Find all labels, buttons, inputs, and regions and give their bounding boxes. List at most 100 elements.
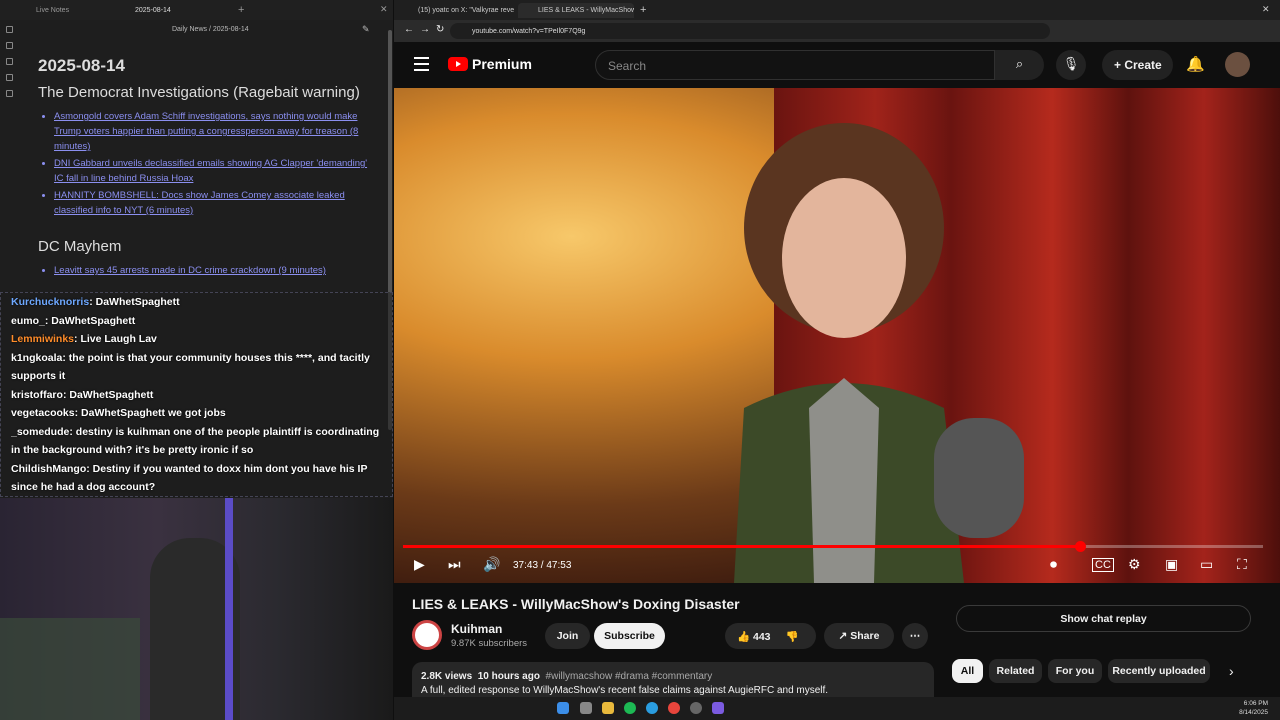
avatar[interactable] bbox=[1225, 52, 1250, 77]
chip-for-you[interactable]: For you bbox=[1048, 659, 1102, 683]
tab-date[interactable]: 2025-08-14 bbox=[135, 7, 171, 14]
new-tab-icon[interactable]: + bbox=[238, 4, 244, 16]
channel-row: Kuihman 9.87K subscribers Join Subscribe… bbox=[412, 620, 952, 652]
share-button[interactable]: ↗ Share bbox=[824, 623, 894, 649]
browser-tab-x[interactable]: (15) yoatc on X: "Valkyrae reve... bbox=[398, 3, 514, 18]
next-icon[interactable]: ⏭ bbox=[448, 556, 461, 573]
note-link[interactable]: HANNITY BOMBSHELL: Docs show James Comey… bbox=[38, 188, 378, 218]
windows-taskbar: 6:06 PM 8/14/2025 bbox=[394, 697, 1280, 720]
chip-related[interactable]: Related bbox=[989, 659, 1042, 683]
subscribe-button[interactable]: Subscribe bbox=[594, 623, 665, 649]
task-view-icon[interactable] bbox=[580, 702, 592, 714]
chat-message: vegetacooks: DaWhetSpaghett we got jobs bbox=[11, 407, 226, 419]
like-icon[interactable]: 👍 bbox=[737, 631, 750, 643]
edit-icon[interactable]: ✎ bbox=[362, 24, 370, 35]
chat-text: DaWhetSpaghett bbox=[95, 296, 180, 308]
like-count: 443 bbox=[753, 631, 771, 643]
taskbar-clock[interactable]: 6:06 PM 8/14/2025 bbox=[1239, 699, 1268, 717]
progress-bar[interactable] bbox=[403, 541, 1263, 552]
notifications-icon[interactable]: 🔔 bbox=[1186, 55, 1205, 73]
notes-header: Daily News / 2025-08-14 ✎ bbox=[0, 20, 393, 40]
chat-text: DaWhetSpaghett we got jobs bbox=[81, 407, 226, 419]
create-button[interactable]: + Create bbox=[1102, 50, 1173, 80]
search-icon: ⌕ bbox=[1015, 56, 1024, 71]
play-icon[interactable]: ▶ bbox=[414, 556, 425, 573]
show-chat-replay-button[interactable]: Show chat replay bbox=[956, 605, 1251, 632]
join-button[interactable]: Join bbox=[545, 623, 590, 649]
chat-message: kristoffaro: DaWhetSpaghett bbox=[11, 388, 154, 401]
subscriber-count: 9.87K subscribers bbox=[451, 638, 528, 649]
settings-icon[interactable]: ⚙ bbox=[1128, 556, 1141, 573]
obs-icon[interactable] bbox=[690, 702, 702, 714]
breadcrumb: Daily News / 2025-08-14 bbox=[172, 26, 249, 33]
notes-tab-bar: Live Notes 2025-08-14 + ✕ bbox=[0, 0, 393, 20]
note-link[interactable]: Leavitt says 45 arrests made in DC crime… bbox=[38, 263, 378, 278]
progress-scrubber[interactable] bbox=[1074, 541, 1086, 552]
url-field[interactable]: youtube.com/watch?v=TPeIl0F7Q9g bbox=[450, 23, 1050, 39]
more-actions-icon[interactable]: ⋯ bbox=[902, 623, 928, 649]
chat-message: k1ngkoala: the point is that your commun… bbox=[11, 351, 370, 383]
video-tags[interactable]: #willymacshow #drama #commentary bbox=[546, 671, 713, 682]
note-link[interactable]: DNI Gabbard unveils declassified emails … bbox=[38, 156, 378, 186]
youtube-play-icon bbox=[448, 57, 468, 71]
back-icon[interactable]: ← bbox=[404, 24, 414, 35]
youtube-logo[interactable]: Premium bbox=[448, 56, 532, 72]
section-heading-dc-mayhem: DC Mayhem bbox=[38, 238, 122, 255]
search-input[interactable]: Search bbox=[595, 50, 995, 80]
chevron-right-icon[interactable]: › bbox=[1229, 663, 1234, 679]
menu-icon[interactable] bbox=[414, 57, 429, 71]
tab-live-notes[interactable]: Live Notes bbox=[36, 7, 69, 14]
chat-text: Live Laugh Lav bbox=[80, 333, 157, 345]
voice-search-button[interactable]: 🎙 bbox=[1056, 50, 1086, 80]
chat-username: Kurchucknorris bbox=[11, 296, 90, 308]
file-explorer-icon[interactable] bbox=[602, 702, 614, 714]
forward-icon[interactable]: → bbox=[420, 24, 430, 35]
video-subject bbox=[734, 123, 964, 583]
browser-tab-youtube[interactable]: LIES & LEAKS - WillyMacShow... bbox=[518, 3, 634, 18]
reload-icon[interactable]: ↻ bbox=[436, 24, 444, 35]
chat-message: ChildishMango: Destiny if you wanted to … bbox=[11, 462, 368, 494]
theater-mode-icon[interactable]: ▭ bbox=[1200, 556, 1213, 573]
new-tab-icon[interactable]: + bbox=[640, 4, 646, 16]
time-display: 37:43 / 47:53 bbox=[513, 560, 572, 571]
search-icon[interactable] bbox=[6, 42, 13, 49]
graph-icon[interactable] bbox=[6, 58, 13, 65]
templates-icon[interactable] bbox=[6, 90, 13, 97]
address-bar-row: ← → ↻ youtube.com/watch?v=TPeIl0F7Q9g bbox=[394, 20, 1280, 42]
channel-avatar[interactable] bbox=[412, 620, 442, 650]
app-icon[interactable] bbox=[712, 702, 724, 714]
captions-icon[interactable]: CC bbox=[1092, 558, 1114, 572]
chrome-icon[interactable] bbox=[668, 702, 680, 714]
video-title: LIES & LEAKS - WillyMacShow's Doxing Dis… bbox=[412, 596, 740, 612]
browser-tab-bar: (15) yoatc on X: "Valkyrae reve... LIES … bbox=[394, 0, 1280, 20]
search-button[interactable]: ⌕ bbox=[995, 50, 1044, 80]
start-icon[interactable] bbox=[557, 702, 569, 714]
chip-all[interactable]: All bbox=[952, 659, 983, 683]
chip-recently-uploaded[interactable]: Recently uploaded bbox=[1108, 659, 1210, 683]
mic-icon: 🎙 bbox=[1062, 56, 1080, 71]
miniplayer-icon[interactable]: ▣ bbox=[1165, 556, 1178, 573]
spotify-icon[interactable] bbox=[624, 702, 636, 714]
channel-name[interactable]: Kuihman bbox=[451, 622, 502, 636]
stream-chat-overlay: Kurchucknorris: DaWhetSpaghett eumo_: Da… bbox=[0, 292, 393, 497]
close-window-icon[interactable]: ✕ bbox=[1262, 4, 1270, 15]
neon-light bbox=[225, 498, 233, 720]
browser-window: (15) yoatc on X: "Valkyrae reve... LIES … bbox=[394, 0, 1280, 720]
chat-message: Lemmiwinks: Live Laugh Lav bbox=[11, 333, 157, 345]
chat-text: DaWhetSpaghett bbox=[69, 388, 154, 401]
calendar-icon[interactable] bbox=[6, 74, 13, 81]
video-player[interactable]: ▶ ⏭ 🔊 37:43 / 47:53 ⏺ CC ⚙ ▣ ▭ ⛶ bbox=[394, 88, 1280, 583]
chat-username: k1ngkoala bbox=[11, 351, 63, 364]
note-link[interactable]: Asmongold covers Adam Schiff investigati… bbox=[38, 109, 378, 154]
link-list-investigations: Asmongold covers Adam Schiff investigati… bbox=[38, 109, 378, 218]
dislike-icon[interactable]: 👎 bbox=[785, 631, 798, 643]
note-content: 2025-08-14 The Democrat Investigations (… bbox=[38, 56, 378, 280]
close-window-icon[interactable]: ✕ bbox=[380, 4, 388, 15]
volume-icon[interactable]: 🔊 bbox=[483, 556, 500, 573]
edge-icon[interactable] bbox=[646, 702, 658, 714]
fullscreen-icon[interactable]: ⛶ bbox=[1237, 556, 1247, 573]
autoplay-toggle-icon[interactable]: ⏺ bbox=[1050, 556, 1057, 573]
chat-text: the point is that your community houses … bbox=[11, 351, 370, 383]
video-meta: 2.8K views 10 hours ago #willymacshow #d… bbox=[421, 671, 713, 682]
microphone bbox=[934, 418, 1024, 538]
